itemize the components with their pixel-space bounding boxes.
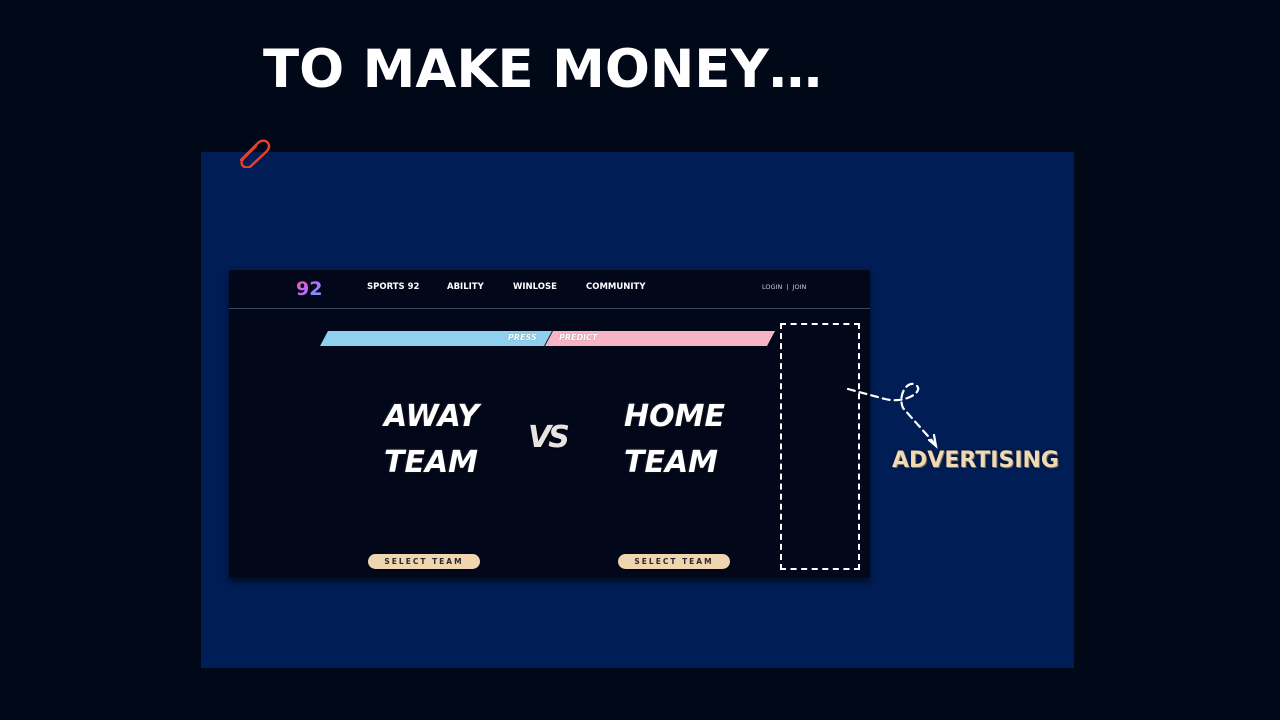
slide-title: TO MAKE MONEY… <box>263 39 822 100</box>
away-team-line-2: TEAM <box>384 445 479 480</box>
home-team-label: HOME TEAM <box>624 394 725 486</box>
dashed-arrow-icon <box>846 382 938 449</box>
logo-92-icon[interactable]: 92 <box>295 275 323 301</box>
auth-links: LOGIN | JOIN <box>762 283 806 291</box>
predict-label[interactable]: PREDICT <box>559 333 597 342</box>
versus-label: VS <box>528 420 570 455</box>
nav-item-sports-92[interactable]: SPORTS 92 <box>367 282 419 292</box>
away-team-label: AWAY TEAM <box>384 394 479 486</box>
select-away-team-button[interactable]: SELECT TEAM <box>368 554 480 569</box>
select-home-team-button[interactable]: SELECT TEAM <box>618 554 730 569</box>
login-link[interactable]: LOGIN <box>762 283 782 291</box>
nav-item-winlose[interactable]: WINLOSE <box>513 282 557 292</box>
auth-separator: | <box>786 283 789 291</box>
website-mockup: 92 SPORTS 92 ABILITY WINLOSE COMMUNITY L… <box>229 270 870 578</box>
home-team-line-2: TEAM <box>624 445 719 480</box>
nav-item-community[interactable]: COMMUNITY <box>586 282 646 292</box>
advertising-annotation: ADVERTISING <box>892 448 1059 473</box>
paperclip-icon <box>239 139 271 168</box>
away-team-line-1: AWAY <box>384 399 480 434</box>
home-team-line-1: HOME <box>624 399 725 434</box>
nav-item-ability[interactable]: ABILITY <box>447 282 484 292</box>
svg-text:92: 92 <box>296 278 322 300</box>
join-link[interactable]: JOIN <box>793 283 807 291</box>
site-navbar: 92 SPORTS 92 ABILITY WINLOSE COMMUNITY L… <box>229 270 870 309</box>
press-label[interactable]: PRESS <box>508 333 537 342</box>
